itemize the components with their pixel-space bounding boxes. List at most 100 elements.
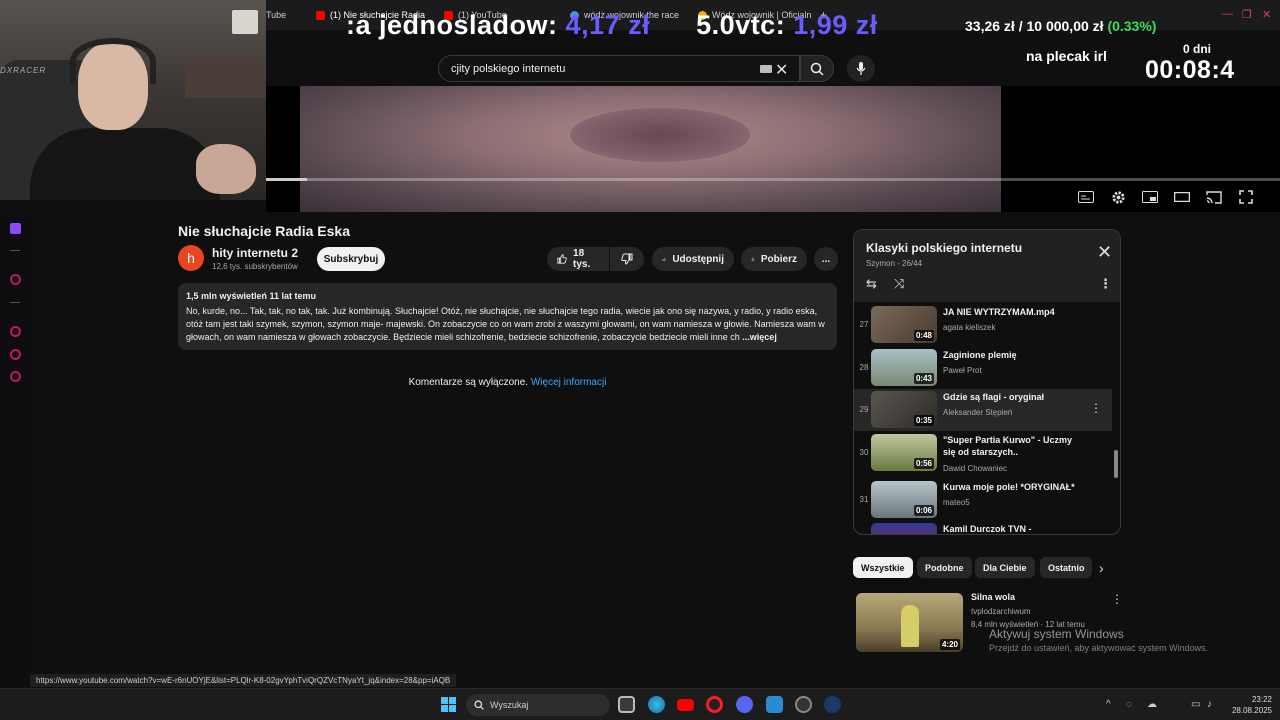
subscribe-button[interactable]: Subskrybuj	[317, 247, 385, 271]
description-text: No, kurde, no... Tak, tak, no tak, tak. …	[186, 306, 825, 342]
headset	[70, 38, 156, 84]
video-title: Nie słuchajcie Radia Eska	[178, 223, 350, 239]
video-content	[570, 108, 750, 162]
maximize-icon[interactable]: ❐	[1242, 8, 1252, 21]
shuffle-icon[interactable]: ⤨	[894, 276, 904, 292]
goal-label: na plecak irl	[1026, 48, 1107, 64]
more-info-link[interactable]: Więcej informacji	[531, 377, 607, 388]
close-window-icon[interactable]: ✕	[1262, 8, 1271, 21]
video-description[interactable]: 1,5 mln wyświetleń 11 lat temu No, kurde…	[178, 283, 837, 350]
channel-name[interactable]: hity internetu 2	[212, 246, 298, 260]
windows-activation-title: Aktywuj system Windows	[989, 627, 1124, 641]
playlist-item[interactable]: Kamil Durczok TVN -	[854, 521, 1112, 534]
share-button[interactable]: Udostępnij	[652, 247, 734, 271]
fullscreen-icon[interactable]	[1237, 188, 1255, 206]
youtube-app-icon[interactable]	[677, 699, 694, 711]
playlist-subtitle: Szymon - 26/44	[866, 259, 923, 268]
clock-icon[interactable]	[10, 326, 21, 337]
minimize-icon[interactable]: —	[1222, 8, 1233, 20]
tray-chevron-icon[interactable]: ^	[1106, 699, 1111, 710]
chevron-right-icon[interactable]: ›	[1099, 560, 1104, 576]
chip-related[interactable]: Podobne	[917, 557, 972, 578]
share-icon	[662, 257, 667, 261]
thumbs-up-icon	[557, 254, 567, 264]
start-windows-icon[interactable]	[441, 697, 456, 712]
obs-icon[interactable]	[795, 696, 812, 713]
keyboard-icon[interactable]	[760, 65, 772, 73]
chat-icon[interactable]	[10, 349, 21, 360]
playlist-scrollbar[interactable]	[1114, 450, 1118, 478]
miniplayer-icon[interactable]	[1141, 188, 1159, 206]
playlist-item[interactable]: 31 0:06 Kurwa moje pole! *ORYGINAŁ* mate…	[854, 479, 1112, 521]
playlist-thumbnail	[871, 523, 937, 534]
volume-icon[interactable]: ♪	[1207, 699, 1212, 710]
playlist-thumbnail: 0:48	[871, 306, 937, 343]
playlist-thumbnail: 0:56	[871, 434, 937, 471]
theater-mode-icon[interactable]	[1173, 188, 1191, 206]
settings-icon[interactable]	[10, 371, 21, 382]
search-icon	[810, 62, 824, 76]
search-icon	[474, 700, 484, 710]
playlist-item-current[interactable]: 29 0:35 Gdzie są flagi - oryginał Aleksa…	[854, 389, 1112, 431]
video-frame[interactable]	[300, 86, 1001, 212]
more-actions-button[interactable]: ...	[814, 247, 838, 271]
recommended-thumbnail[interactable]: 4:20	[856, 593, 963, 652]
playlist-item[interactable]: 30 0:56 "Super Partia Kurwo" - Uczmy się…	[854, 432, 1112, 474]
edge-icon[interactable]	[648, 696, 665, 713]
recommended-menu-icon[interactable]: ⋮	[1111, 592, 1123, 606]
channel-subscriber-count: 12,6 tys. subskrybentów	[212, 262, 298, 271]
like-button[interactable]: 18 tys.	[547, 247, 609, 271]
playlist-item[interactable]: 27 0:48 JA NIE WYTRZYMAM.mp4 agata kieli…	[854, 304, 1112, 346]
description-meta: 1,5 mln wyświetleń 11 lat temu	[186, 291, 317, 301]
playlist-header: Klasyki polskiego internetu Szymon - 26/…	[854, 230, 1120, 302]
channel-avatar[interactable]: h	[178, 245, 204, 271]
thumbs-down-icon	[621, 253, 633, 265]
download-button[interactable]: Pobierz	[741, 247, 807, 271]
taskbar-search[interactable]: Wyszukaj	[466, 694, 610, 716]
opera-icon[interactable]	[706, 696, 723, 713]
streamer-body	[30, 128, 220, 200]
cast-icon[interactable]	[1205, 188, 1223, 206]
twitch-icon[interactable]	[10, 223, 21, 234]
record-icon[interactable]	[10, 274, 21, 285]
show-more-link[interactable]: ...więcej	[742, 332, 777, 342]
playlist-item[interactable]: 28 0:43 Zaginione plemię Paweł Prot	[854, 347, 1112, 389]
days-counter: 0 dni	[1183, 42, 1212, 56]
playlist-panel: Klasyki polskiego internetu Szymon - 26/…	[853, 229, 1121, 535]
cloud-icon[interactable]: ☁	[1147, 699, 1157, 710]
clock[interactable]: 23:22 28.08.2025	[1222, 694, 1272, 716]
thumbnail-figure	[901, 605, 919, 647]
divider	[10, 250, 20, 251]
playlist-menu-icon[interactable]: ⋮	[1099, 276, 1112, 292]
task-view-icon[interactable]	[618, 696, 635, 713]
discord-icon[interactable]	[736, 696, 753, 713]
recommended-title[interactable]: Silna wola	[971, 592, 1015, 602]
clear-search-icon[interactable]: ✕	[775, 60, 788, 80]
browser-tab[interactable]: Tube	[266, 6, 306, 24]
search-button[interactable]	[800, 55, 834, 82]
search-input[interactable]: cjity polskiego internetu	[438, 55, 800, 82]
playlist-title[interactable]: Klasyki polskiego internetu	[866, 241, 1022, 255]
item-menu-icon[interactable]: ⋮	[1090, 401, 1102, 415]
status-url: https://www.youtube.com/watch?v=wE-r6nUO…	[30, 674, 457, 687]
video-progress-bar[interactable]	[266, 178, 1280, 181]
dislike-button[interactable]	[610, 247, 644, 271]
monitor-icon[interactable]: ▭	[1191, 699, 1200, 710]
steam-icon[interactable]	[824, 696, 841, 713]
chip-recent[interactable]: Ostatnio	[1040, 557, 1092, 578]
snipping-tool-icon[interactable]	[766, 696, 783, 713]
price-ticker: :a jednosladow: 4,17 zł 5.0vtc: 1,99 zł	[346, 10, 878, 40]
voice-search-button[interactable]	[847, 55, 875, 82]
loop-icon[interactable]: ⇆	[866, 276, 877, 292]
chip-all[interactable]: Wszystkie	[853, 557, 913, 578]
close-playlist-icon[interactable]: ✕	[1097, 243, 1112, 261]
chip-for-you[interactable]: Dla Ciebie	[975, 557, 1035, 578]
windows-taskbar: Wyszukaj ^ ◌ ☁ ▭ ♪ 23:22 28.08.2025	[0, 688, 1280, 720]
stream-timer: 00:08:4	[1145, 56, 1235, 84]
settings-gear-icon[interactable]	[1109, 188, 1127, 206]
download-icon	[751, 257, 755, 261]
recommended-channel[interactable]: tvplodzarchiwum	[971, 607, 1031, 616]
video-progress-fill	[266, 178, 307, 181]
subtitles-icon[interactable]	[1077, 188, 1095, 206]
tray-app-icon[interactable]: ◌	[1126, 699, 1132, 710]
